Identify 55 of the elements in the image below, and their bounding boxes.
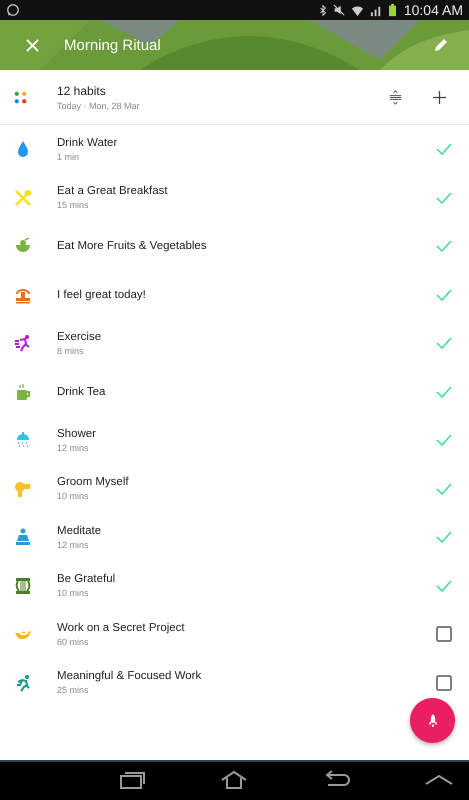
habit-name: Groom Myself: [57, 476, 130, 488]
plus-icon: [432, 90, 446, 104]
home-button[interactable]: [219, 770, 249, 790]
habit-name: Eat More Fruits & Vegetables: [57, 240, 208, 252]
habit-row[interactable]: Exercise 8 mins: [0, 319, 469, 368]
habit-row[interactable]: Meditate 12 mins: [0, 513, 469, 562]
recents-button[interactable]: [118, 770, 148, 790]
habit-name: I feel great today!: [57, 288, 147, 301]
habit-row[interactable]: Drink Water 1 min: [0, 125, 469, 174]
habit-row[interactable]: Meaningful & Focused Work 25 mins: [0, 658, 469, 707]
battery-icon: [388, 3, 396, 17]
bluetooth-icon: [318, 4, 327, 16]
habit-row[interactable]: Drink Tea: [0, 368, 469, 416]
habit-duration: 60 mins: [57, 636, 90, 647]
toolbar-title: Morning Ritual: [64, 36, 162, 54]
habit-name: Shower: [57, 428, 97, 440]
close-icon: [26, 38, 38, 52]
rocket-icon: [426, 714, 438, 728]
habit-name: Work on a Secret Project: [57, 622, 186, 634]
habit-row[interactable]: I feel great today!: [0, 270, 469, 319]
habit-row[interactable]: Shower 12 mins: [0, 416, 469, 464]
wifi-icon: [350, 4, 364, 16]
habit-row[interactable]: Eat a Great Breakfast 15 mins: [0, 174, 469, 222]
habit-name: Meditate: [57, 524, 102, 537]
habit-duration: 12 mins: [57, 540, 90, 550]
habit-row[interactable]: Eat More Fruits & Vegetables: [0, 222, 469, 270]
pencil-icon: [434, 38, 448, 52]
habit-name: Be Grateful: [57, 573, 116, 586]
sort-icon: [388, 90, 402, 104]
chat-icon: [6, 3, 20, 17]
habit-duration: 10 mins: [57, 491, 90, 502]
habit-name: Drink Water: [57, 136, 118, 149]
habit-duration: 15 mins: [57, 200, 90, 210]
habit-row[interactable]: Work on a Secret Project 60 mins: [0, 610, 469, 658]
habit-name: Meaningful & Focused Work: [57, 670, 202, 682]
habit-duration: 10 mins: [57, 588, 90, 598]
dots-icon: [14, 90, 27, 104]
status-time: 10:04 AM: [404, 2, 463, 18]
habit-duration: 1 min: [57, 152, 80, 162]
habit-duration: 12 mins: [57, 442, 90, 453]
habit-name: Eat a Great Breakfast: [57, 185, 169, 198]
launch-button[interactable]: [410, 698, 455, 743]
habit-duration: 8 mins: [57, 346, 85, 356]
mute-icon: [332, 4, 345, 16]
habit-name: Drink Tea: [57, 386, 106, 398]
habit-count: 12 habits: [57, 84, 107, 98]
habit-duration: 25 mins: [57, 685, 90, 696]
recents-icon: [118, 770, 148, 790]
home-icon: [219, 770, 249, 790]
checkbox[interactable]: [435, 625, 453, 644]
date-label: Today · Mon, 28 Mar: [57, 100, 141, 110]
habit-row[interactable]: Be Grateful 10 mins: [0, 562, 469, 610]
habit-row[interactable]: Groom Myself 10 mins: [0, 464, 469, 513]
habit-name: Exercise: [57, 330, 102, 343]
checkbox[interactable]: [435, 674, 453, 692]
